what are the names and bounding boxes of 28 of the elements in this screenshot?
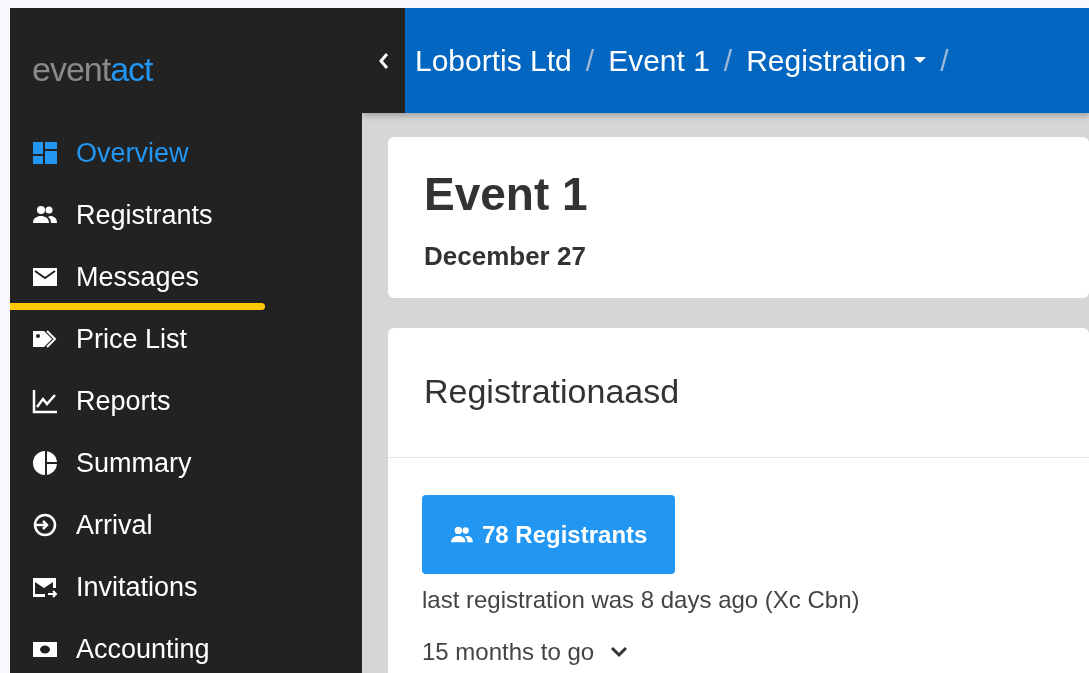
breadcrumb-separator: /: [723, 43, 733, 79]
sidebar-item[interactable]: Price List: [76, 318, 188, 360]
breadcrumb-link[interactable]: Lobortis Ltd: [415, 38, 572, 83]
dashboard-icon: [32, 140, 58, 166]
people-icon: [450, 524, 474, 545]
event-title: Event 1: [424, 171, 589, 217]
sidebar-item[interactable]: Reports: [76, 380, 171, 422]
event-date: December 27: [424, 240, 587, 273]
chevron-down-icon[interactable]: [610, 646, 629, 658]
chevron-left-icon: [377, 50, 390, 71]
sidebar-item[interactable]: Messages: [76, 256, 200, 298]
sidebar-item[interactable]: Registrants: [76, 194, 213, 236]
sidebar-item[interactable]: Summary: [76, 442, 192, 484]
card-title: Registrationaasd: [424, 372, 680, 410]
pie-chart-icon: [32, 450, 58, 476]
sidebar-item[interactable]: Arrival: [76, 504, 153, 546]
countdown-text: 15 months to go: [422, 637, 595, 667]
breadcrumb-separator: /: [585, 43, 595, 79]
logo: eventact: [32, 52, 155, 86]
breadcrumb-link[interactable]: Registration: [746, 38, 927, 83]
breadcrumb-separator: /: [940, 43, 949, 79]
chart-icon: [32, 388, 58, 414]
sidebar-item[interactable]: Invitations: [76, 566, 198, 608]
breadcrumb-link[interactable]: Event 1: [608, 38, 710, 83]
enter-icon: [32, 512, 58, 538]
sidebar-item[interactable]: Accounting: [76, 628, 210, 670]
last-registration-text: last registration was 8 days ago (Xc Cbn): [422, 585, 861, 615]
sidebar-item[interactable]: Overview: [76, 132, 189, 174]
